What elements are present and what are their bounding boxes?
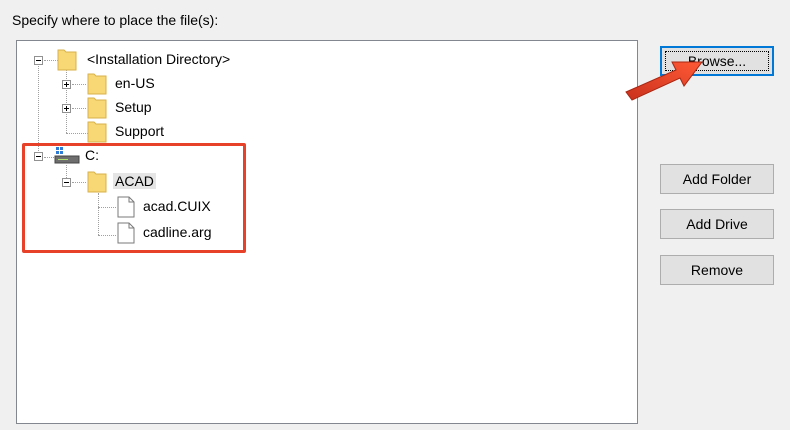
expand-icon[interactable]: [62, 80, 71, 89]
folder-icon: [87, 121, 107, 143]
add-drive-button[interactable]: Add Drive: [660, 209, 774, 239]
folder-icon: [87, 73, 107, 95]
annotation-highlight-box: [22, 143, 246, 253]
add-folder-button[interactable]: Add Folder: [660, 164, 774, 194]
tree-node-installation-directory[interactable]: <Installation Directory>: [17, 49, 317, 71]
tree-node-label: <Installation Directory>: [87, 51, 231, 67]
folder-icon: [87, 97, 107, 119]
tree-node-label: Support: [115, 123, 165, 139]
annotation-arrow-icon: [625, 61, 703, 101]
instruction-label: Specify where to place the file(s):: [12, 12, 219, 28]
remove-button[interactable]: Remove: [660, 255, 774, 285]
tree-node-support[interactable]: Support: [17, 121, 217, 143]
collapse-icon[interactable]: [34, 56, 43, 65]
tree-node-setup[interactable]: Setup: [17, 97, 217, 119]
tree-node-label: Setup: [115, 99, 152, 115]
expand-icon[interactable]: [62, 104, 71, 113]
folder-icon: [57, 49, 77, 71]
tree-node-label: en-US: [115, 75, 155, 91]
tree-node-en-us[interactable]: en-US: [17, 73, 217, 95]
